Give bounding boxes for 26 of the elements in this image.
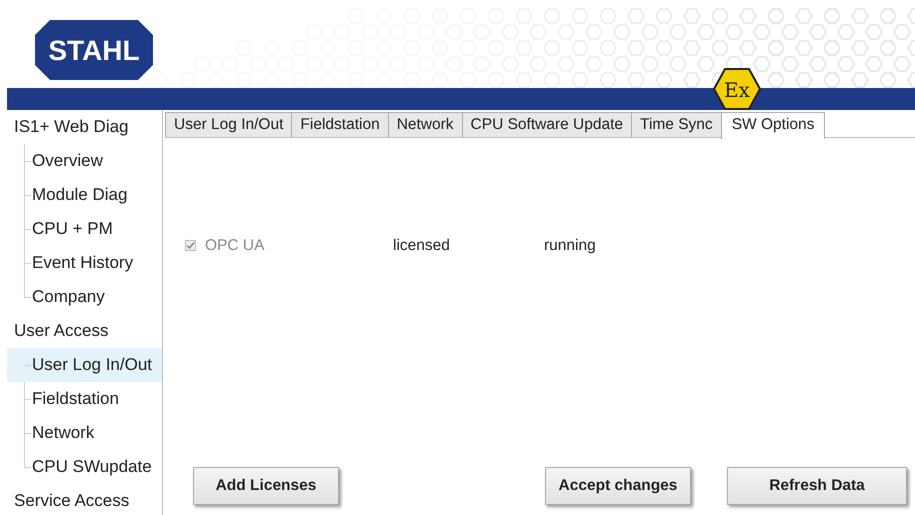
tab[interactable]: SW Options: [720, 112, 826, 139]
sidebar-item[interactable]: User Log In/Out: [7, 348, 162, 382]
explosion-protection-icon: Ex: [712, 67, 762, 111]
sidebar-group[interactable]: IS1+ Web Diag: [7, 110, 162, 144]
sidebar-group[interactable]: User Access: [7, 314, 162, 348]
tab[interactable]: User Log In/Out: [165, 112, 292, 137]
sidebar-item[interactable]: Overview: [7, 144, 162, 178]
sidebar-item[interactable]: Fieldstation: [7, 382, 162, 416]
action-button[interactable]: Add Licenses: [193, 467, 339, 505]
action-button[interactable]: Refresh Data: [727, 467, 907, 505]
tab[interactable]: CPU Software Update: [462, 112, 632, 137]
tab[interactable]: Fieldstation: [291, 112, 388, 137]
sidebar-item[interactable]: CPU SWupdate: [7, 450, 162, 484]
sidebar-item[interactable]: Event History: [7, 246, 162, 280]
action-button[interactable]: Accept changes: [545, 467, 691, 505]
run-status: running: [544, 236, 596, 256]
tab[interactable]: Time Sync: [631, 112, 721, 137]
logo: STAHL: [35, 20, 153, 80]
sidebar-group[interactable]: Service Access: [7, 484, 162, 515]
tab[interactable]: Network: [388, 112, 462, 137]
sidebar-item[interactable]: Module Diag: [7, 178, 162, 212]
option-name: OPC UA: [205, 236, 266, 256]
sidebar-item[interactable]: CPU + PM: [7, 212, 162, 246]
sidebar-item[interactable]: Company: [7, 280, 162, 314]
license-status: licensed: [393, 236, 451, 256]
sidebar-item[interactable]: Network: [7, 416, 162, 450]
